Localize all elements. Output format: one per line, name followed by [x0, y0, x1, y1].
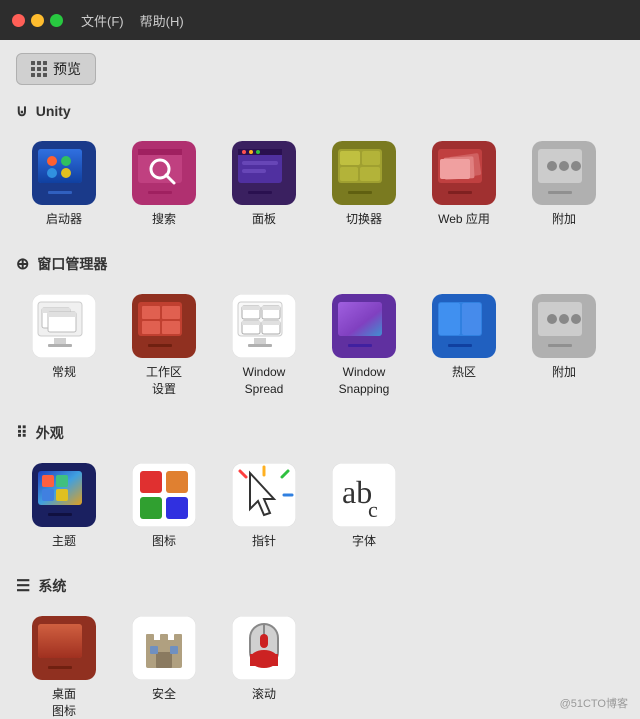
section-title-system: 系统: [38, 576, 66, 596]
item-spread[interactable]: Window Spread: [216, 284, 312, 406]
item-webapp[interactable]: Web 应用: [416, 131, 512, 236]
panel-label: 面板: [252, 211, 276, 228]
snapping-label: Window Snapping: [339, 364, 390, 398]
pointer-icon: [232, 463, 296, 527]
maximize-button[interactable]: [50, 14, 63, 27]
preview-label: 预览: [53, 59, 81, 79]
item-font[interactable]: ab c 字体: [316, 453, 412, 558]
section-unity: ⊍ Unity: [16, 101, 624, 236]
theme-label: 主题: [52, 533, 76, 550]
traffic-lights: [12, 14, 63, 27]
workspace-label: 工作区 设置: [146, 364, 182, 398]
item-general[interactable]: 常规: [16, 284, 112, 406]
main-content: 预览 ⊍ Unity: [0, 40, 640, 719]
item-desktop[interactable]: 桌面 图标: [16, 606, 112, 719]
item-iconset[interactable]: 图标: [116, 453, 212, 558]
iconset-label: 图标: [152, 533, 176, 550]
font-label: 字体: [352, 533, 376, 550]
menu-help[interactable]: 帮助(H): [140, 11, 184, 30]
item-snapping[interactable]: Window Snapping: [316, 284, 412, 406]
item-addon-wm[interactable]: 附加: [516, 284, 612, 406]
section-title-appearance: 外观: [36, 423, 64, 443]
addon-unity-icon: [532, 141, 596, 205]
desktop-label: 桌面 图标: [52, 686, 76, 719]
search-label: 搜索: [152, 211, 176, 228]
section-title-unity: Unity: [36, 103, 71, 119]
titlebar: 文件(F) 帮助(H): [0, 0, 640, 40]
webapp-icon: [432, 141, 496, 205]
unity-icon: ⊍: [16, 101, 28, 121]
wm-items-grid: 常规 工作区 设置: [16, 284, 624, 406]
scroll-icon: [232, 616, 296, 680]
launcher-label: 启动器: [46, 211, 82, 228]
general-label: 常规: [52, 364, 76, 381]
item-switcher[interactable]: 切换器: [316, 131, 412, 236]
item-panel[interactable]: 面板: [216, 131, 312, 236]
system-items-grid: 桌面 图标: [16, 606, 624, 719]
preview-button[interactable]: 预览: [16, 53, 96, 85]
appearance-icon: ⠿: [16, 423, 28, 443]
section-wm: ⊕ 窗口管理器: [16, 254, 624, 406]
item-scroll[interactable]: 滚动: [216, 606, 312, 719]
workspace-icon: [132, 294, 196, 358]
menu-bar: 文件(F) 帮助(H): [81, 11, 184, 30]
font-icon: ab c: [332, 463, 396, 527]
section-system: ☰ 系统: [16, 576, 624, 719]
hotzone-icon: [432, 294, 496, 358]
section-header-wm: ⊕ 窗口管理器: [16, 254, 624, 274]
appearance-items-grid: 主题 图标: [16, 453, 624, 558]
general-icon: [32, 294, 96, 358]
system-icon: ☰: [16, 576, 30, 596]
section-appearance: ⠿ 外观: [16, 423, 624, 558]
addon-wm-label: 附加: [552, 364, 576, 381]
item-theme[interactable]: 主题: [16, 453, 112, 558]
addon-wm-icon: [532, 294, 596, 358]
switcher-icon: [332, 141, 396, 205]
security-label: 安全: [152, 686, 176, 703]
minimize-button[interactable]: [31, 14, 44, 27]
item-security[interactable]: 安全: [116, 606, 212, 719]
panel-icon: [232, 141, 296, 205]
item-hotzone[interactable]: 热区: [416, 284, 512, 406]
iconset-icon: [132, 463, 196, 527]
section-title-wm: 窗口管理器: [37, 254, 107, 274]
section-header-appearance: ⠿ 外观: [16, 423, 624, 443]
unity-items-grid: 启动器 搜索: [16, 131, 624, 236]
search-icon: [132, 141, 196, 205]
svg-text:c: c: [368, 497, 378, 522]
webapp-label: Web 应用: [438, 211, 490, 228]
scroll-label: 滚动: [252, 686, 276, 703]
watermark: @51CTO博客: [560, 695, 628, 711]
item-search[interactable]: 搜索: [116, 131, 212, 236]
spread-label: Window Spread: [243, 364, 286, 398]
close-button[interactable]: [12, 14, 25, 27]
pointer-label: 指针: [252, 533, 276, 550]
menu-file[interactable]: 文件(F): [81, 11, 124, 30]
item-launcher[interactable]: 启动器: [16, 131, 112, 236]
item-addon-unity[interactable]: 附加: [516, 131, 612, 236]
hotzone-label: 热区: [452, 364, 476, 381]
grid-icon: [31, 61, 47, 77]
section-header-unity: ⊍ Unity: [16, 101, 624, 121]
spread-icon: [232, 294, 296, 358]
launcher-icon: [32, 141, 96, 205]
security-icon: [132, 616, 196, 680]
snapping-icon: [332, 294, 396, 358]
theme-icon: [32, 463, 96, 527]
item-pointer[interactable]: 指针: [216, 453, 312, 558]
item-workspace[interactable]: 工作区 设置: [116, 284, 212, 406]
addon-unity-label: 附加: [552, 211, 576, 228]
wm-icon: ⊕: [16, 254, 29, 274]
section-header-system: ☰ 系统: [16, 576, 624, 596]
desktop-icon: [32, 616, 96, 680]
switcher-label: 切换器: [346, 211, 382, 228]
